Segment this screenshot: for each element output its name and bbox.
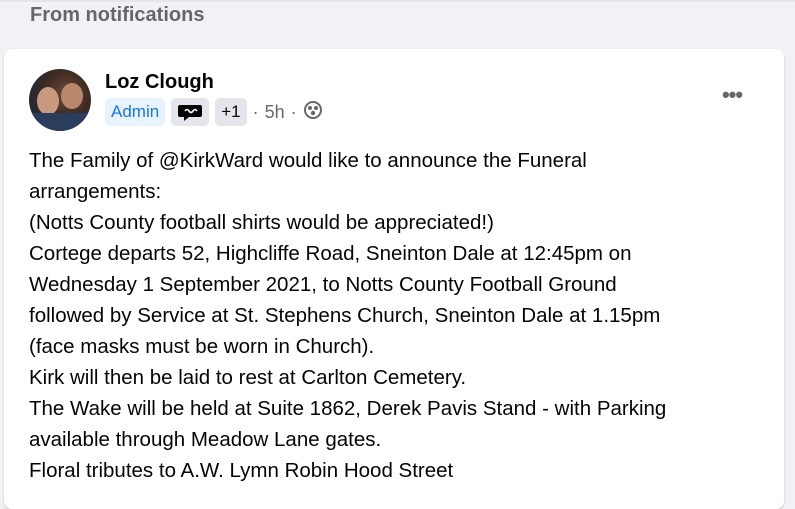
post-line: Cortege departs 52, Highcliffe Road, Sne… bbox=[29, 242, 632, 265]
post-line: followed by Service at St. Stephens Chur… bbox=[29, 304, 661, 327]
group-expert-icon[interactable] bbox=[171, 98, 210, 126]
post-line: arrangements: bbox=[29, 180, 162, 203]
author-name[interactable]: Loz Clough bbox=[105, 71, 214, 94]
section-header: From notifications bbox=[30, 4, 205, 26]
post-text: The Family of @KirkWard would like to an… bbox=[29, 145, 759, 486]
post-line: available through Meadow Lane gates. bbox=[29, 428, 382, 451]
group-members-icon bbox=[303, 100, 323, 125]
extra-badges-count[interactable]: +1 bbox=[215, 98, 247, 126]
post-line: The Family of @KirkWard would like to an… bbox=[29, 149, 587, 172]
post-line: (Notts County football shirts would be a… bbox=[29, 211, 494, 234]
post-meta: Admin +1 · 5h · bbox=[105, 98, 323, 126]
meta-separator-2: · bbox=[290, 101, 297, 122]
author-avatar[interactable] bbox=[29, 69, 91, 131]
post-timestamp[interactable]: 5h bbox=[265, 102, 285, 123]
post-line: (face masks must be worn in Church). bbox=[29, 335, 375, 358]
post-line: Wednesday 1 September 2021, to Notts Cou… bbox=[29, 273, 617, 296]
post-line: The Wake will be held at Suite 1862, Der… bbox=[29, 397, 667, 420]
more-options-icon[interactable]: ••• bbox=[716, 82, 748, 107]
post-line: Floral tributes to A.W. Lymn Robin Hood … bbox=[29, 459, 454, 482]
admin-badge[interactable]: Admin bbox=[105, 98, 166, 126]
top-divider bbox=[0, 0, 795, 2]
post-line: Kirk will then be laid to rest at Carlto… bbox=[29, 366, 467, 389]
post-card: Loz Clough Admin +1 · 5h · ••• The Famil… bbox=[4, 49, 784, 509]
meta-separator: · bbox=[252, 101, 259, 122]
